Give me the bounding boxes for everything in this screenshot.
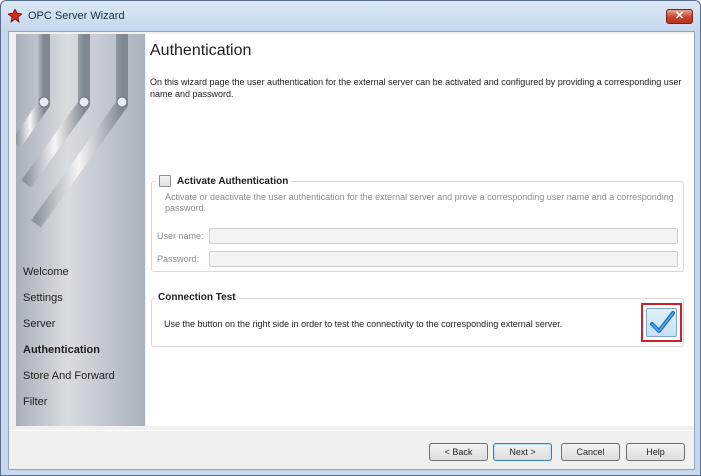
close-button[interactable]: ✕ [666,9,693,24]
test-connection-highlight [641,303,682,342]
password-field[interactable] [209,251,678,267]
connection-test-legend: Connection Test [155,292,239,303]
page-description: On this wizard page the user authenticat… [150,77,682,99]
checkmark-icon [650,311,675,333]
wizard-steps: Welcome Settings Server Authentication S… [23,264,143,420]
next-button[interactable]: Next > [493,443,552,461]
test-connection-button[interactable] [646,308,677,337]
help-button[interactable]: Help [626,443,685,461]
sidebar-item-authentication[interactable]: Authentication [23,342,143,368]
window-title: OPC Server Wizard [28,10,125,22]
wizard-window: OPC Server Wizard ✕ Welcome Settings Ser… [0,0,701,476]
back-button[interactable]: < Back [429,443,488,461]
wizard-page: Authentication On this wizard page the u… [146,34,694,426]
activate-authentication-checkbox[interactable] [159,175,171,187]
sidebar-item-settings[interactable]: Settings [23,290,143,316]
connection-test-description: Use the button on the right side in orde… [164,319,563,329]
page-title: Authentication [150,42,252,59]
circuit-decoration-icon [16,34,128,228]
sidebar-item-server[interactable]: Server [23,316,143,342]
password-label: Password: [157,254,200,264]
title-bar: OPC Server Wizard ✕ [1,1,700,31]
sidebar-item-welcome[interactable]: Welcome [23,264,143,290]
sidebar-item-store-and-forward[interactable]: Store And Forward [23,368,143,394]
connection-test-group: Connection Test Use the button on the ri… [151,292,684,347]
app-icon [8,9,22,23]
authentication-legend: Activate Authentication [156,175,292,187]
wizard-client-area: Welcome Settings Server Authentication S… [8,31,695,470]
wizard-sidebar: Welcome Settings Server Authentication S… [16,34,145,426]
authentication-group: Activate Authentication Activate or deac… [151,175,684,272]
wizard-button-bar: < Back Next > Cancel Help [9,430,694,469]
username-label: User name: [157,231,204,241]
button-bar-separator [9,430,694,431]
authentication-hint: Activate or deactivate the user authenti… [165,192,674,213]
cancel-button[interactable]: Cancel [561,443,620,461]
username-field[interactable] [209,228,678,244]
sidebar-item-filter[interactable]: Filter [23,394,143,420]
activate-authentication-label[interactable]: Activate Authentication [177,176,288,187]
